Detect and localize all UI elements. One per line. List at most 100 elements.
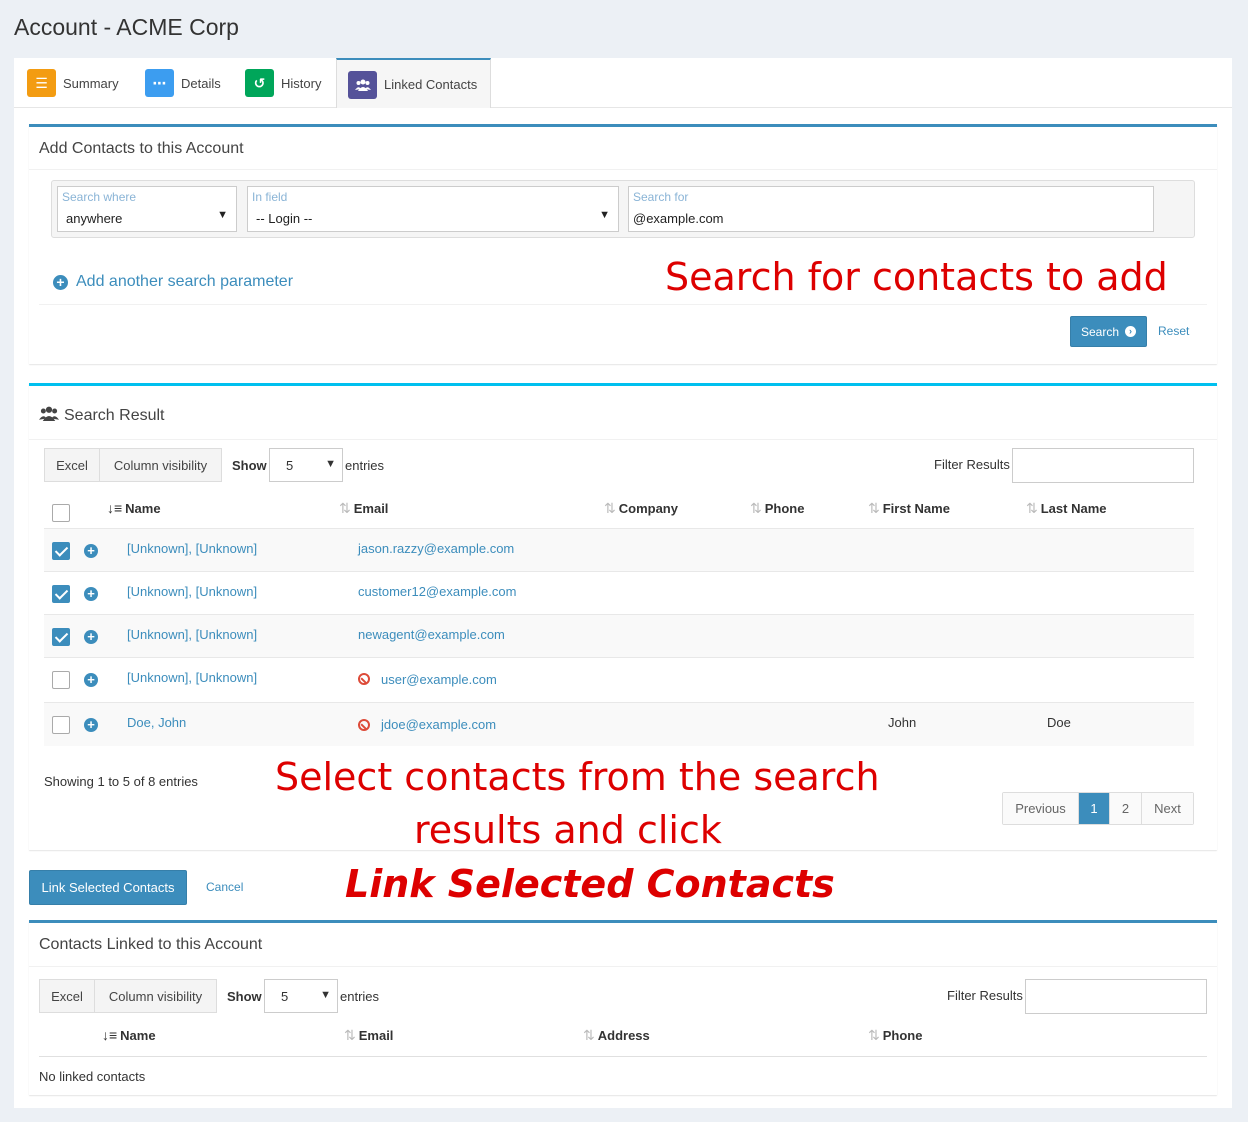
row-checkbox[interactable] (52, 542, 70, 560)
tab-linked-contacts[interactable]: Linked Contacts (336, 58, 491, 109)
results-info: Showing 1 to 5 of 8 entries (44, 774, 198, 789)
sort-icon: ⇅ (1026, 500, 1038, 516)
sort-icon: ⇅ (604, 500, 616, 516)
entries-value: 5 (286, 458, 294, 473)
row-checkbox[interactable] (52, 628, 70, 646)
history-icon: ↺ (245, 69, 274, 97)
contact-email-link[interactable]: user@example.com (381, 672, 497, 687)
column-header-name[interactable]: ↓≡ Name (102, 1027, 156, 1043)
column-header-email[interactable]: ⇅ Email (344, 1027, 393, 1044)
search-where-select[interactable]: Search where anywhere ▼ (57, 186, 237, 232)
column-header-name-label: Name (120, 1027, 156, 1043)
pagination-page-2[interactable]: 2 (1110, 793, 1142, 824)
column-header-last-name[interactable]: ⇅ Last Name (1026, 500, 1106, 517)
contact-email-link[interactable]: customer12@example.com (358, 584, 516, 599)
link-selected-contacts-button[interactable]: Link Selected Contacts (29, 870, 187, 905)
excel-button[interactable]: Excel (39, 979, 95, 1013)
column-header-phone-label: Phone (764, 501, 805, 516)
sort-desc-icon: ↓≡ (102, 1027, 118, 1043)
sort-icon: ⇅ (868, 500, 880, 516)
sort-icon: ⇅ (750, 500, 762, 516)
column-visibility-button[interactable]: Column visibility (99, 448, 222, 482)
contact-first-name: John (888, 715, 917, 730)
blocked-icon (358, 719, 370, 731)
tab-history-label: History (281, 75, 322, 91)
row-checkbox[interactable] (52, 716, 70, 734)
contact-name-link[interactable]: [Unknown], [Unknown] (127, 627, 257, 642)
cancel-link[interactable]: Cancel (206, 880, 243, 894)
pagination-next[interactable]: Next (1142, 793, 1193, 824)
search-for-value: @example.com (633, 211, 724, 226)
excel-button[interactable]: Excel (44, 448, 100, 482)
entries-value: 5 (281, 989, 289, 1004)
table-row[interactable]: + [Unknown], [Unknown] user@example.com (44, 657, 1194, 702)
column-visibility-button[interactable]: Column visibility (94, 979, 217, 1013)
column-header-first-name-label: First Name (882, 501, 950, 516)
sort-icon: ⇅ (868, 1027, 880, 1043)
tab-linked-contacts-label: Linked Contacts (384, 77, 478, 92)
linked-contacts-box: Contacts Linked to this Account Excel Co… (29, 920, 1217, 1095)
expand-plus-icon[interactable]: + (84, 673, 98, 687)
column-header-phone[interactable]: ⇅ Phone (868, 1027, 922, 1044)
contact-name-link[interactable]: [Unknown], [Unknown] (127, 584, 257, 599)
contact-name-link[interactable]: Doe, John (127, 715, 186, 730)
tab-history[interactable]: ↺ History (245, 58, 321, 108)
column-header-address-label: Address (597, 1028, 650, 1043)
contact-name-link[interactable]: [Unknown], [Unknown] (127, 541, 257, 556)
search-parameters-panel: Search where anywhere ▼ In field -- Logi… (51, 180, 1195, 238)
tab-summary-label: Summary (63, 75, 119, 91)
annotation-link-selected: Link Selected Contacts (345, 862, 835, 906)
search-button[interactable]: Search › (1070, 316, 1147, 347)
column-header-email-label: Email (353, 501, 389, 516)
expand-plus-icon[interactable]: + (84, 587, 98, 601)
tab-details-label: Details (181, 75, 221, 91)
column-header-first-name[interactable]: ⇅ First Name (868, 500, 950, 517)
chevron-down-icon: ▼ (325, 458, 336, 470)
table-row[interactable]: + [Unknown], [Unknown] customer12@exampl… (44, 571, 1194, 614)
column-header-email[interactable]: ⇅ Email (339, 500, 388, 517)
table-row[interactable]: + Doe, John jdoe@example.com John Doe (44, 702, 1194, 746)
contact-email-link[interactable]: jason.razzy@example.com (358, 541, 514, 556)
reset-link[interactable]: Reset (1158, 324, 1189, 338)
search-for-input[interactable]: Search for @example.com (628, 186, 1154, 232)
pagination-page-1[interactable]: 1 (1079, 793, 1110, 824)
column-header-company[interactable]: ⇅ Company (604, 500, 678, 517)
contact-email-link[interactable]: jdoe@example.com (381, 717, 496, 732)
tab-details[interactable]: ⋯ Details (145, 58, 221, 108)
users-icon (348, 70, 377, 99)
sort-icon: ⇅ (344, 1027, 356, 1043)
column-header-name[interactable]: ↓≡ Name (107, 500, 161, 516)
add-contacts-title: Add Contacts to this Account (39, 140, 244, 157)
column-header-email-label: Email (358, 1028, 394, 1043)
contact-email-link[interactable]: newagent@example.com (358, 627, 505, 642)
row-checkbox[interactable] (52, 671, 70, 689)
expand-plus-icon[interactable]: + (84, 718, 98, 732)
entries-label: entries (345, 458, 385, 473)
column-header-address[interactable]: ⇅ Address (583, 1027, 650, 1044)
expand-plus-icon[interactable]: + (84, 544, 98, 558)
add-search-parameter-label: Add another search parameter (76, 273, 294, 290)
sort-desc-icon: ↓≡ (107, 500, 123, 516)
contact-name-link[interactable]: [Unknown], [Unknown] (127, 670, 257, 685)
add-search-parameter-link[interactable]: + Add another search parameter (53, 273, 293, 291)
table-row[interactable]: + [Unknown], [Unknown] newagent@example.… (44, 614, 1194, 657)
filter-results-input[interactable] (1012, 448, 1194, 483)
pagination-previous[interactable]: Previous (1003, 793, 1079, 824)
tab-summary[interactable]: ☰ Summary (27, 58, 119, 108)
entries-select[interactable]: 5 ▼ (269, 448, 343, 482)
annotation-select-line2: results and click (414, 808, 722, 852)
entries-select[interactable]: 5 ▼ (264, 979, 338, 1013)
filter-results-input[interactable] (1025, 979, 1207, 1014)
expand-plus-icon[interactable]: + (84, 630, 98, 644)
row-checkbox[interactable] (52, 585, 70, 603)
filter-results-label: Filter Results (947, 988, 1023, 1003)
select-all-checkbox[interactable] (52, 504, 70, 522)
column-header-phone[interactable]: ⇅ Phone (750, 500, 804, 517)
table-row[interactable]: + [Unknown], [Unknown] jason.razzy@examp… (44, 528, 1194, 571)
annotation-select-line1: Select contacts from the search (275, 755, 880, 799)
chevron-down-icon: ▼ (599, 209, 610, 221)
search-button-label: Search (1080, 324, 1120, 339)
dots-icon: ⋯ (145, 69, 174, 97)
sort-icon: ⇅ (583, 1027, 595, 1043)
in-field-select[interactable]: In field -- Login -- ▼ (247, 186, 619, 232)
